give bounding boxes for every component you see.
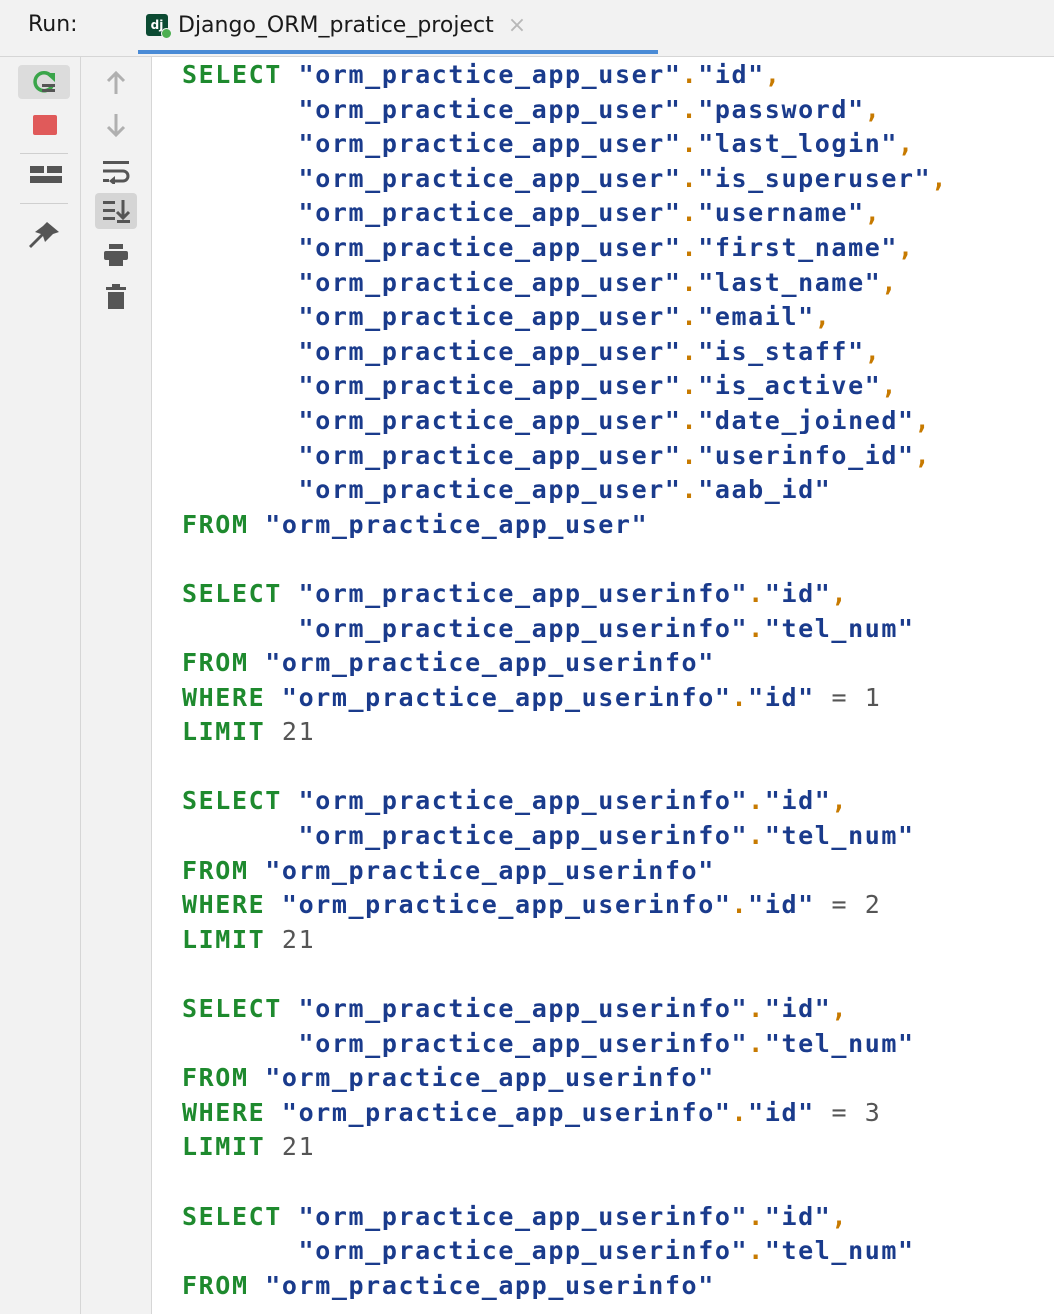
console-line: "orm_practice_app_user"."last_name", [182,267,899,297]
print-icon[interactable] [95,237,137,273]
console-line: "orm_practice_app_user"."aab_id" [182,475,832,505]
console-line: SELECT "orm_practice_app_userinfo"."id", [182,1201,849,1231]
console-line: WHERE "orm_practice_app_userinfo"."id" =… [182,682,882,712]
trash-icon[interactable] [95,279,137,315]
stop-icon[interactable] [33,115,57,135]
console-line: SELECT "orm_practice_app_userinfo"."id", [182,994,849,1024]
console-line: SELECT "orm_practice_app_user"."id", [182,60,782,89]
console-line: "orm_practice_app_userinfo"."tel_num" [182,821,915,851]
toolbar-separator [20,203,68,204]
run-label: Run: [28,12,78,37]
run-toolwindow-header: Run: dj Django_ORM_pratice_project × [0,0,1054,57]
console-line: "orm_practice_app_userinfo"."tel_num" [182,613,915,643]
console-line: "orm_practice_app_user"."is_active", [182,371,899,401]
console-line: "orm_practice_app_user"."is_superuser", [182,163,948,193]
console-line: SELECT "orm_practice_app_userinfo"."id", [182,786,849,816]
console-line: FROM "orm_practice_app_userinfo" [182,1063,715,1093]
scroll-to-end-icon[interactable] [95,193,137,229]
left-toolbar [0,57,81,1314]
toolbar-separator [20,153,68,154]
console-line: "orm_practice_app_userinfo"."tel_num" [182,1028,915,1058]
console-line: "orm_practice_app_user"."date_joined", [182,405,932,435]
console-line: "orm_practice_app_user"."password", [182,94,882,124]
console-line: "orm_practice_app_user"."first_name", [182,232,915,262]
console-line: "orm_practice_app_user"."email", [182,302,832,332]
console-line: FROM "orm_practice_app_user" [182,509,649,539]
tab-django-orm-project[interactable]: dj Django_ORM_pratice_project × [138,0,658,54]
soft-wrap-icon[interactable] [95,153,137,189]
arrow-up-icon[interactable] [95,65,137,101]
console-line: "orm_practice_app_user"."username", [182,198,882,228]
console-line: "orm_practice_app_user"."last_login", [182,129,915,159]
arrow-down-icon[interactable] [95,107,137,143]
console-line: "orm_practice_app_userinfo"."tel_num" [182,1236,915,1266]
tab-title: Django_ORM_pratice_project [178,12,494,38]
console-line: SELECT "orm_practice_app_userinfo"."id", [182,578,849,608]
console-line: FROM "orm_practice_app_userinfo" [182,855,715,885]
django-icon: dj [146,14,172,39]
rerun-icon[interactable] [18,65,70,99]
pin-icon[interactable] [26,217,62,253]
console-line: FROM "orm_practice_app_userinfo" [182,1270,715,1300]
close-icon[interactable]: × [508,13,526,38]
console-line: "orm_practice_app_user"."is_staff", [182,336,882,366]
console-line: LIMIT 21 [182,717,316,747]
console-line: "orm_practice_app_user"."userinfo_id", [182,440,932,470]
console-line: WHERE "orm_practice_app_userinfo"."id" =… [182,890,882,920]
layout-icon[interactable] [30,165,62,187]
console-line: WHERE "orm_practice_app_userinfo"."id" =… [182,1097,882,1127]
console-output[interactable]: SELECT "orm_practice_app_user"."id", "or… [182,58,1054,1303]
console-line: LIMIT 21 [182,1132,316,1162]
console-line: FROM "orm_practice_app_userinfo" [182,648,715,678]
console-line: LIMIT 21 [182,924,316,954]
right-toolbar [81,57,152,1314]
